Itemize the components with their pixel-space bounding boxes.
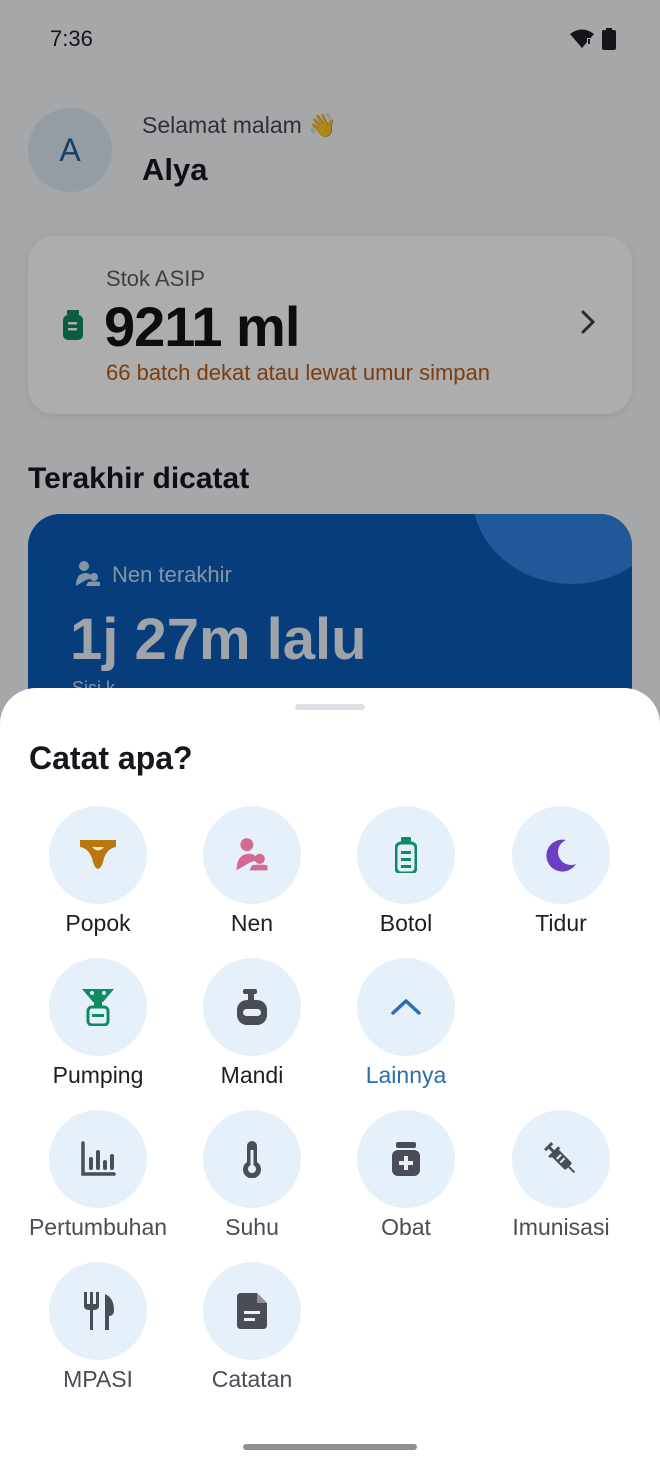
option-lainnya[interactable]: Lainnya: [329, 958, 483, 1098]
option-circle: [49, 1110, 147, 1208]
option-label: Botol: [379, 910, 433, 936]
diaper-icon: [80, 840, 116, 869]
option-circle: [357, 1110, 455, 1208]
option-nen[interactable]: Nen: [175, 806, 329, 946]
cutlery-icon: [84, 1292, 114, 1330]
nursing-icon: [236, 838, 268, 871]
option-label: Obat: [381, 1214, 431, 1240]
option-botol[interactable]: Botol: [329, 806, 483, 946]
option-label: Suhu: [225, 1214, 279, 1240]
option-label: MPASI: [63, 1366, 133, 1392]
option-obat[interactable]: Obat: [329, 1110, 483, 1250]
option-label: Imunisasi: [512, 1214, 610, 1240]
option-circle: [49, 958, 147, 1056]
option-label: Popok: [65, 910, 131, 936]
chevron-up-icon: [391, 999, 421, 1015]
option-label: Pertumbuhan: [28, 1214, 168, 1240]
option-label: Lainnya: [365, 1062, 447, 1088]
option-circle: [512, 1110, 610, 1208]
option-pertumbuhan[interactable]: Pertumbuhan: [21, 1110, 175, 1250]
option-label: Mandi: [220, 1062, 284, 1088]
syringe-icon: [544, 1142, 576, 1174]
gesture-nav-bar[interactable]: [243, 1444, 417, 1450]
soap-icon: [237, 989, 267, 1025]
option-mpasi[interactable]: MPASI: [21, 1262, 175, 1402]
option-circle: [203, 958, 301, 1056]
option-circle: [357, 958, 455, 1056]
drag-handle[interactable]: [295, 704, 365, 710]
bottle-icon: [395, 837, 417, 873]
sheet-title: Catat apa?: [29, 740, 193, 776]
option-circle: [203, 1262, 301, 1360]
option-circle: [49, 1262, 147, 1360]
log-bottom-sheet: Catat apa? Popok Nen Botol Tidur Pumping…: [0, 688, 660, 1467]
option-label: Nen: [230, 910, 274, 936]
option-tidur[interactable]: Tidur: [484, 806, 638, 946]
option-label: Tidur: [535, 910, 587, 936]
option-circle: [357, 806, 455, 904]
option-circle: [203, 1110, 301, 1208]
pump-icon: [82, 989, 114, 1026]
option-mandi[interactable]: Mandi: [175, 958, 329, 1098]
option-popok[interactable]: Popok: [21, 806, 175, 946]
medicine-icon: [392, 1142, 420, 1176]
option-circle: [512, 806, 610, 904]
option-label: Pumping: [52, 1062, 144, 1088]
note-icon: [237, 1293, 267, 1329]
thermometer-icon: [243, 1141, 261, 1178]
option-imunisasi[interactable]: Imunisasi: [484, 1110, 638, 1250]
option-suhu[interactable]: Suhu: [175, 1110, 329, 1250]
option-catatan[interactable]: Catatan: [175, 1262, 329, 1402]
option-label: Catatan: [211, 1366, 293, 1392]
option-pumping[interactable]: Pumping: [21, 958, 175, 1098]
option-circle: [49, 806, 147, 904]
moon-icon: [546, 839, 576, 872]
option-circle: [203, 806, 301, 904]
chart-icon: [81, 1141, 116, 1176]
